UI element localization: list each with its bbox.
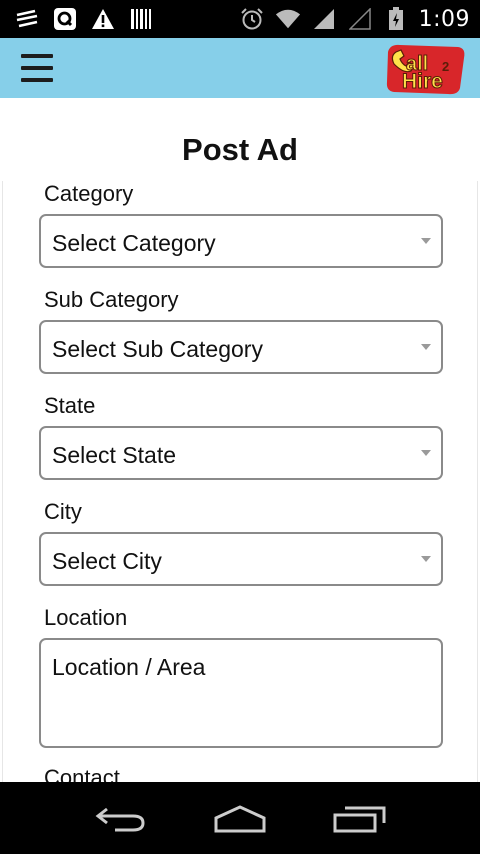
status-bar-system: 1:09 <box>239 6 470 32</box>
warning-icon <box>90 6 116 32</box>
logo-text-superscript: 2 <box>442 59 449 74</box>
location-textarea[interactable]: Location / Area <box>39 638 443 748</box>
status-bar: 1:09 <box>0 0 480 38</box>
home-icon[interactable] <box>210 802 270 836</box>
notification-icon <box>14 6 40 32</box>
category-select[interactable]: Select Category <box>39 214 443 268</box>
city-select-value: Select City <box>52 548 162 574</box>
dropdown-arrow-icon <box>421 450 431 456</box>
signal-icon <box>311 6 337 32</box>
page-title: Post Ad <box>182 132 298 167</box>
state-select-value: Select State <box>52 442 177 468</box>
dropdown-arrow-icon <box>421 344 431 350</box>
hamburger-menu-icon[interactable] <box>20 52 54 84</box>
location-placeholder: Location / Area <box>52 654 206 680</box>
city-label: City <box>44 499 82 524</box>
status-bar-notifications <box>14 6 154 32</box>
sub-category-label: Sub Category <box>44 287 179 312</box>
no-signal-icon <box>347 6 373 32</box>
city-select[interactable]: Select City <box>39 532 443 586</box>
logo-text-line2: Hire <box>402 70 443 93</box>
sub-category-select[interactable]: Select Sub Category <box>39 320 443 374</box>
category-select-value: Select Category <box>52 230 216 256</box>
location-label: Location <box>44 605 128 630</box>
status-time: 1:09 <box>418 6 470 32</box>
wifi-icon <box>275 6 301 32</box>
contact-label: Contact <box>44 765 120 782</box>
call2hire-logo[interactable]: all 2 Hire <box>384 42 468 96</box>
post-ad-form: Category Select Category Sub Category Se… <box>2 181 478 782</box>
sub-category-select-value: Select Sub Category <box>52 336 263 362</box>
system-nav-bar <box>0 782 480 854</box>
app-header: all 2 Hire <box>0 38 480 98</box>
q-app-icon <box>52 6 78 32</box>
state-label: State <box>44 393 96 418</box>
dropdown-arrow-icon <box>421 238 431 244</box>
recent-apps-icon[interactable] <box>330 802 390 836</box>
back-icon[interactable] <box>90 802 150 836</box>
alarm-icon <box>239 6 265 32</box>
category-label: Category <box>44 181 134 206</box>
state-select[interactable]: Select State <box>39 426 443 480</box>
barcode-icon <box>128 6 154 32</box>
battery-icon <box>383 6 409 32</box>
dropdown-arrow-icon <box>421 556 431 562</box>
